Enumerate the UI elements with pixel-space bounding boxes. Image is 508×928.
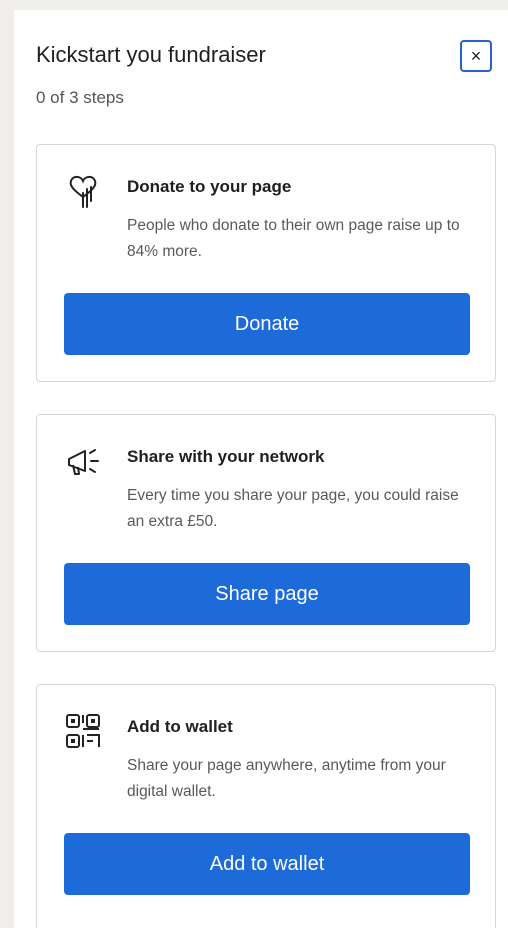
close-icon: ×	[470, 45, 482, 66]
add-to-wallet-button[interactable]: Add to wallet	[64, 833, 470, 895]
qr-code-icon	[66, 714, 100, 748]
step-description: Share your page anywhere, anytime from y…	[127, 757, 446, 800]
progress-text: 0 of 3 steps	[36, 88, 124, 107]
step-title: Share with your network	[127, 447, 325, 466]
fundraiser-checklist-panel: Kickstart you fundraiser 0 of 3 steps × …	[14, 10, 508, 928]
megaphone-icon	[68, 449, 99, 475]
step-title: Donate to your page	[127, 177, 292, 196]
step-title: Add to wallet	[127, 717, 233, 736]
step-card-share: Share with your network Every time you s…	[36, 414, 496, 652]
close-button[interactable]: ×	[460, 40, 492, 72]
step-card-donate: Donate to your page People who donate to…	[36, 144, 496, 382]
share-page-button[interactable]: Share page	[64, 563, 470, 625]
donate-button[interactable]: Donate	[64, 293, 470, 355]
heart-hand-icon	[69, 175, 97, 208]
step-description: Every time you share your page, you coul…	[127, 487, 459, 530]
step-description: People who donate to their own page rais…	[127, 217, 460, 260]
panel-title: Kickstart you fundraiser	[36, 42, 266, 67]
step-card-wallet: Add to wallet Share your page anywhere, …	[36, 684, 496, 928]
